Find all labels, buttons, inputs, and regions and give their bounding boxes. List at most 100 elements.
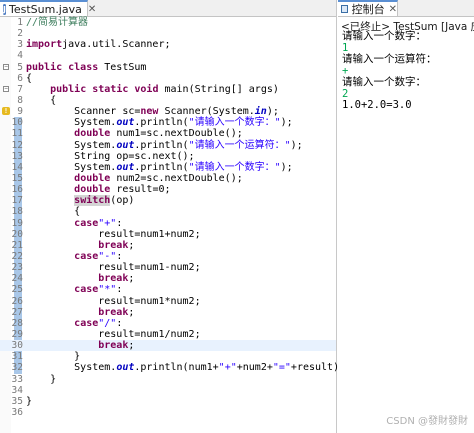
code-line[interactable]: 2 [0,28,336,39]
code-token: } [26,395,33,407]
code-area[interactable]: 1//简易计算器 2 3 importjava.util.Scanner; 4−5 pub… [0,17,346,418]
editor-pane[interactable]: J TestSum.java ✕ 1//简易计算器 2 3 importjava.ut… [0,0,346,433]
code-token: break [98,306,129,318]
code-line[interactable]: 16 double result=0; [0,184,336,195]
code-line[interactable]: 35} [0,396,336,407]
code-text: public class TestSum [26,62,146,73]
code-token: out [116,362,135,374]
code-line[interactable]: 29 result=num1/num2; [0,329,336,340]
code-text: switch(op) [26,195,134,207]
line-number: 25 [11,284,23,296]
code-line[interactable]: 6{ [0,73,336,84]
code-token: : [116,250,123,262]
code-line[interactable]: 33 } [0,374,336,385]
code-line[interactable]: 15 double num2=sc.nextDouble(); [0,173,336,184]
code-line[interactable]: 18 { [0,206,336,217]
code-token: //简易计算器 [26,17,89,28]
editor-tab-testsum[interactable]: J TestSum.java ✕ [0,0,96,16]
console-output-line: 请输入一个数字： [342,76,426,88]
code-line[interactable]: 11 double num1=sc.nextDouble(); [0,128,336,139]
code-line[interactable]: ! 9 Scanner sc=new Scanner(System.in); [0,106,336,117]
console-icon [341,5,348,13]
code-token: num2=sc.nextDouble(); [110,172,243,184]
code-text: String op=sc.next(); [26,151,194,162]
code-line[interactable]: 21 break; [0,240,336,251]
close-icon[interactable]: ✕ [88,4,96,15]
code-text: { [26,73,32,84]
code-token: +num2+ [236,362,273,374]
code-token: : [116,317,123,329]
code-token: ); [266,106,279,118]
line-number: 12 [11,139,23,151]
code-line[interactable]: 31 } [0,351,336,362]
code-token: .println( [134,117,189,129]
code-token: "+" [218,362,237,374]
code-line[interactable]: 32 System.out.println(num1+"+"+num2+"="+… [0,362,346,374]
code-line[interactable]: 34 [0,385,336,396]
code-line[interactable]: 36 [0,407,336,418]
code-token: { [26,206,81,218]
code-token: "-" [98,250,117,262]
line-number: 29 [11,328,23,340]
code-line[interactable]: 19 case"+": [0,218,336,229]
console-output-line: 请输入一个数字： [342,30,426,42]
code-line[interactable]: 8 { [0,95,336,106]
code-token: System. [26,139,117,151]
code-token: System. [26,161,117,173]
line-number: 13 [11,150,23,162]
code-text: result=num1/num2; [26,329,200,340]
code-line[interactable]: 26 result=num1*num2; [0,296,336,307]
code-line[interactable]: −7 public static void main(String[] args… [0,84,336,95]
code-text: System.out.println("请输入一个数字："); [26,162,293,173]
code-token: ; [128,306,135,318]
console-pane[interactable]: 控制台 ✕ <已终止> TestSum [Java 应用程序 请输入一个数字：1… [338,0,474,433]
code-text: //简易计算器 [26,17,88,28]
code-line[interactable]: 28 case"/": [0,318,336,329]
code-token: case [74,250,99,262]
code-line[interactable]: 4 [0,50,336,61]
line-number: 14 [11,161,23,173]
editor-tab-label: TestSum.java [8,2,82,16]
code-line[interactable]: 27 break; [0,307,336,318]
code-text: System.out.println("请输入一个运算符："); [26,140,303,151]
close-icon[interactable]: ✕ [389,4,397,15]
code-token: ; [128,239,135,251]
code-line[interactable]: 1//简易计算器 [0,17,336,28]
code-text: System.out.println("请输入一个数字："); [26,117,293,128]
code-line[interactable]: 25 case"*": [0,284,336,295]
code-text: } [26,396,32,407]
watermark: CSDN @發財發財 [386,416,468,427]
code-line[interactable]: 24 break; [0,273,336,284]
code-line[interactable]: 17 switch(op) [0,195,336,207]
code-line[interactable]: −5 public class TestSum [0,62,336,73]
code-line[interactable]: 20 result=num1+num2; [0,229,336,240]
code-line[interactable]: 14 System.out.println("请输入一个数字："); [0,162,336,173]
code-line[interactable]: 13 String op=sc.next(); [0,151,336,162]
line-number: 30 [11,340,23,352]
line-number: 16 [11,184,23,196]
console-output[interactable]: 请输入一个数字： 1 请输入一个运算符： + 请输入一个数字： 2 1.0+2.0=3.0 [342,30,474,112]
line-number: 10 [11,117,23,129]
line-number: 7 [17,83,23,95]
code-token: ; [128,273,135,285]
code-line[interactable]: 12 System.out.println("请输入一个运算符："); [0,140,336,151]
code-text: double num1=sc.nextDouble(); [26,128,243,139]
line-number: 9 [17,106,23,118]
code-line[interactable]: 10 System.out.println("请输入一个数字："); [0,117,336,128]
console-output-line: 请输入一个运算符： [342,53,437,65]
code-token: out [116,139,135,151]
code-line[interactable]: 22 case"-": [0,251,336,262]
code-line[interactable]: 23 result=num1-num2; [0,262,336,273]
console-tab[interactable]: 控制台 ✕ [338,0,398,16]
code-line[interactable]: 3 importjava.util.Scanner; [0,39,336,50]
code-text: break; [26,240,134,251]
code-line[interactable]: 30 break; [0,340,336,352]
